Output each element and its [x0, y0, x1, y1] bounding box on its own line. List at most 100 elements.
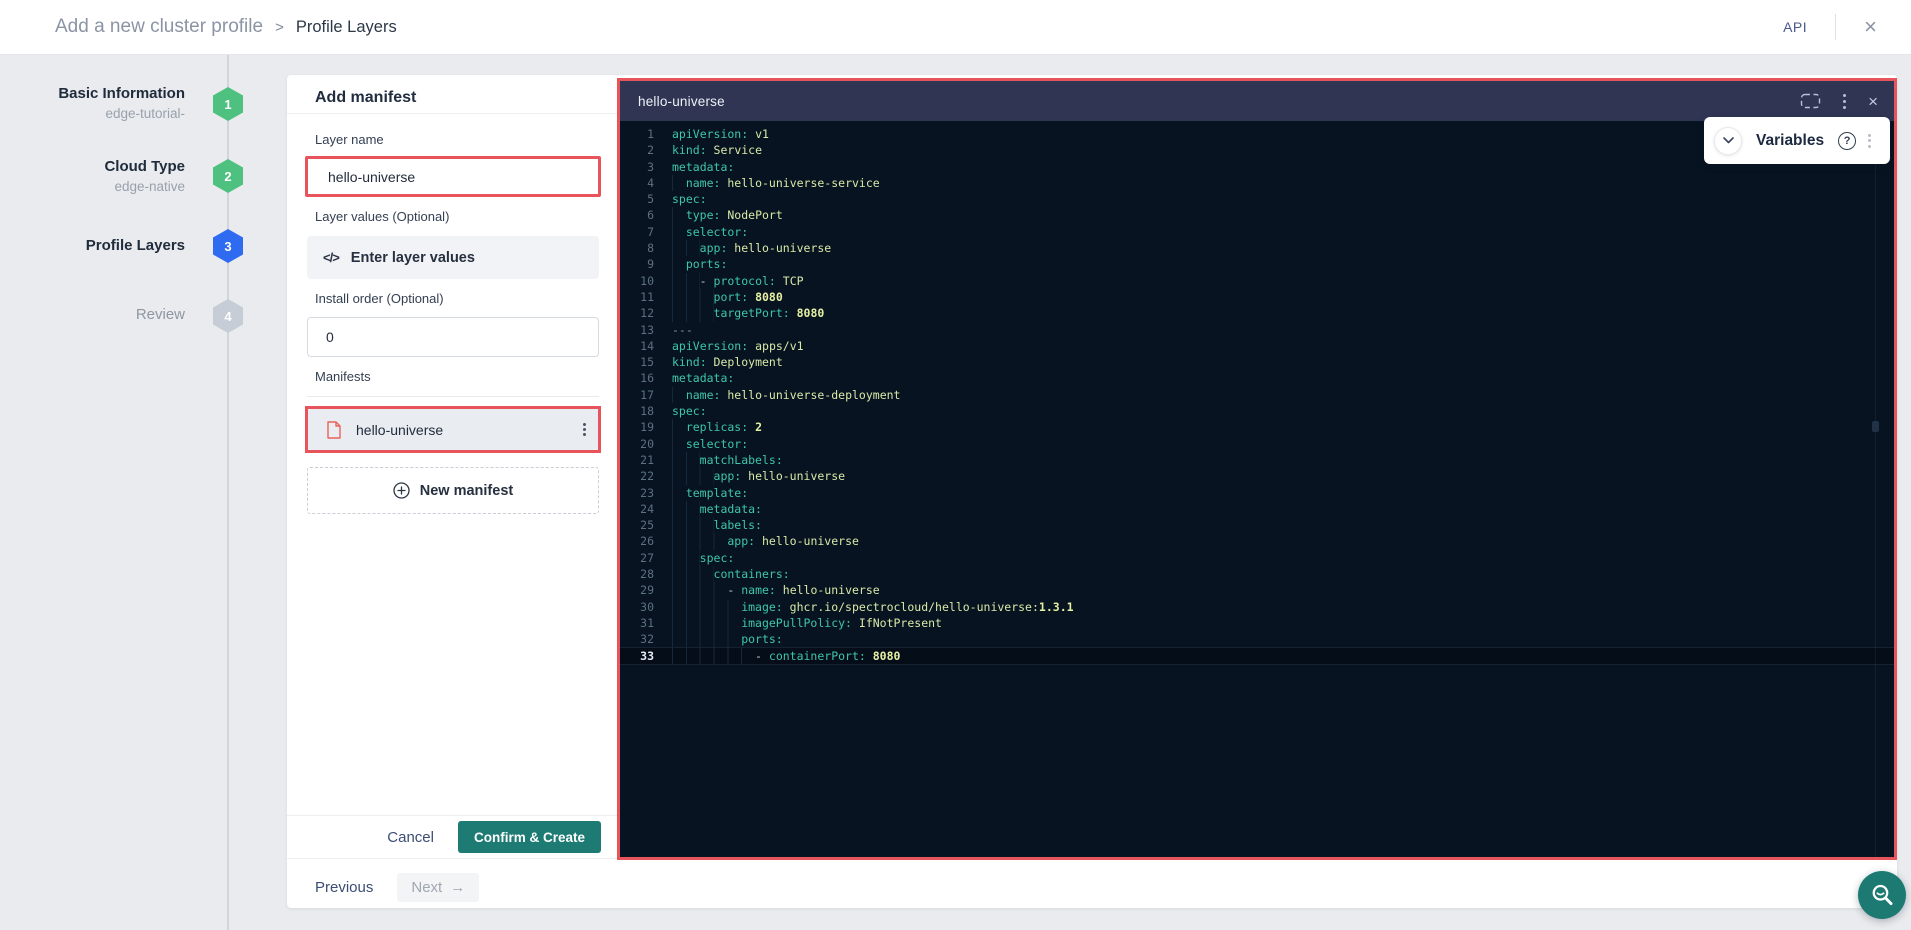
code-line[interactable]: 17name: hello-universe-deployment: [620, 387, 1894, 403]
code-line[interactable]: 19replicas: 2: [620, 419, 1894, 435]
step-sublabel: edge-native: [0, 178, 185, 196]
plus-circle-icon: [393, 482, 410, 499]
chevron-down-icon[interactable]: [1714, 127, 1742, 155]
variables-panel: Variables ?: [1704, 117, 1890, 164]
step-review: Review: [0, 305, 185, 324]
file-icon: [326, 421, 342, 439]
manifest-editor: hello-universe × 1apiVersion: v12kind: S…: [617, 78, 1897, 860]
manifest-kebab-icon[interactable]: [583, 423, 586, 436]
confirm-create-button[interactable]: Confirm & Create: [458, 821, 601, 853]
code-line[interactable]: 10- protocol: TCP: [620, 273, 1894, 289]
wizard-nav: Previous Next →: [315, 872, 479, 902]
magnifier-smile-icon: [1869, 882, 1896, 909]
api-link[interactable]: API: [1783, 19, 1807, 35]
arrow-right-icon: →: [450, 879, 465, 896]
code-line[interactable]: 22app: hello-universe: [620, 468, 1894, 484]
code-line[interactable]: 8app: hello-universe: [620, 240, 1894, 256]
variables-label: Variables: [1756, 132, 1824, 150]
page-content: Basic Information edge-tutorial- 1 Cloud…: [0, 55, 1911, 930]
code-line[interactable]: 24metadata:: [620, 501, 1894, 517]
code-line[interactable]: 26app: hello-universe: [620, 533, 1894, 549]
code-line[interactable]: 12targetPort: 8080: [620, 305, 1894, 321]
editor-kebab-icon[interactable]: [1843, 94, 1846, 109]
code-line[interactable]: 30image: ghcr.io/spectrocloud/hello-univ…: [620, 599, 1894, 615]
code-line[interactable]: 23template:: [620, 485, 1894, 501]
editor-body[interactable]: 1apiVersion: v12kind: Service3metadata:4…: [620, 121, 1894, 857]
new-manifest-label: New manifest: [420, 483, 513, 499]
code-line[interactable]: 13---: [620, 322, 1894, 338]
add-manifest-panel: Add manifest Layer name Layer values (Op…: [287, 75, 617, 908]
step-profile-layers: Profile Layers: [0, 236, 185, 255]
next-label: Next: [411, 879, 442, 896]
help-widget-button[interactable]: [1858, 871, 1906, 919]
step-label: Review: [0, 305, 185, 324]
manifest-name: hello-universe: [356, 422, 443, 438]
install-order-label: Install order (Optional): [315, 291, 444, 306]
manifests-divider: [307, 396, 599, 397]
step-basic-information: Basic Information edge-tutorial-: [0, 84, 185, 123]
step-number: 3: [224, 239, 231, 254]
code-line[interactable]: 29- name: hello-universe: [620, 582, 1894, 598]
new-manifest-button[interactable]: New manifest: [307, 467, 599, 514]
code-line[interactable]: 9ports:: [620, 256, 1894, 272]
step-cloud-type: Cloud Type edge-native: [0, 157, 185, 196]
code-line[interactable]: 14apiVersion: apps/v1: [620, 338, 1894, 354]
step-label: Basic Information: [0, 84, 185, 103]
breadcrumb-current: Profile Layers: [296, 18, 397, 37]
editor-title: hello-universe: [638, 94, 725, 109]
editor-scrollbar-thumb[interactable]: [1872, 421, 1879, 432]
panel-bottom-divider: [287, 858, 617, 859]
install-order-input[interactable]: [307, 317, 599, 357]
code-line[interactable]: 27spec:: [620, 550, 1894, 566]
panel-title: Add manifest: [315, 89, 416, 107]
layer-values-label: Layer values (Optional): [315, 209, 449, 224]
code-line[interactable]: 16metadata:: [620, 370, 1894, 386]
code-line[interactable]: 21matchLabels:: [620, 452, 1894, 468]
step-label: Profile Layers: [0, 236, 185, 255]
code-line[interactable]: 2kind: Service: [620, 142, 1894, 158]
breadcrumb-separator: >: [275, 19, 284, 36]
step-number: 4: [224, 309, 231, 324]
code-line[interactable]: 28containers:: [620, 566, 1894, 582]
step-label: Cloud Type: [0, 157, 185, 176]
editor-scrollbar-track: [1875, 121, 1876, 857]
breadcrumb-parent[interactable]: Add a new cluster profile: [55, 16, 263, 38]
code-line[interactable]: 32ports:: [620, 631, 1894, 647]
step-3-hexagon[interactable]: 3: [213, 229, 243, 263]
code-line[interactable]: 20selector:: [620, 436, 1894, 452]
step-number: 2: [224, 169, 231, 184]
manifest-item-hello-universe[interactable]: hello-universe: [305, 406, 601, 453]
topbar-divider: [1835, 14, 1836, 40]
code-line[interactable]: 3metadata:: [620, 159, 1894, 175]
code-line[interactable]: 33- containerPort: 8080: [620, 648, 1894, 664]
help-circle-icon[interactable]: ?: [1838, 132, 1856, 150]
layer-name-label: Layer name: [315, 132, 384, 147]
top-bar: Add a new cluster profile > Profile Laye…: [0, 0, 1911, 55]
code-line[interactable]: 7selector:: [620, 224, 1894, 240]
cancel-button[interactable]: Cancel: [387, 829, 434, 846]
panel-footer: Cancel Confirm & Create: [287, 816, 617, 858]
step-number: 1: [224, 97, 231, 112]
code-line[interactable]: 31imagePullPolicy: IfNotPresent: [620, 615, 1894, 631]
code-line[interactable]: 11port: 8080: [620, 289, 1894, 305]
code-line[interactable]: 25labels:: [620, 517, 1894, 533]
expand-editor-icon[interactable]: [1800, 93, 1821, 109]
layer-name-input[interactable]: [305, 156, 601, 197]
code-lines: 1apiVersion: v12kind: Service3metadata:4…: [620, 126, 1894, 664]
step-sublabel: edge-tutorial-: [0, 105, 185, 123]
code-line[interactable]: 15kind: Deployment: [620, 354, 1894, 370]
code-line[interactable]: 6type: NodePort: [620, 207, 1894, 223]
step-4-hexagon[interactable]: 4: [213, 299, 243, 333]
editor-close-icon[interactable]: ×: [1868, 93, 1878, 110]
code-line[interactable]: 5spec:: [620, 191, 1894, 207]
step-1-hexagon[interactable]: 1: [213, 87, 243, 121]
enter-layer-values-button[interactable]: </> Enter layer values: [307, 236, 599, 279]
code-line[interactable]: 1apiVersion: v1: [620, 126, 1894, 142]
step-2-hexagon[interactable]: 2: [213, 159, 243, 193]
code-line[interactable]: 4name: hello-universe-service: [620, 175, 1894, 191]
variables-kebab-icon[interactable]: [1868, 134, 1871, 148]
close-icon[interactable]: ×: [1864, 16, 1877, 38]
previous-button[interactable]: Previous: [315, 879, 373, 896]
next-button[interactable]: Next →: [397, 873, 479, 902]
code-line[interactable]: 18spec:: [620, 403, 1894, 419]
